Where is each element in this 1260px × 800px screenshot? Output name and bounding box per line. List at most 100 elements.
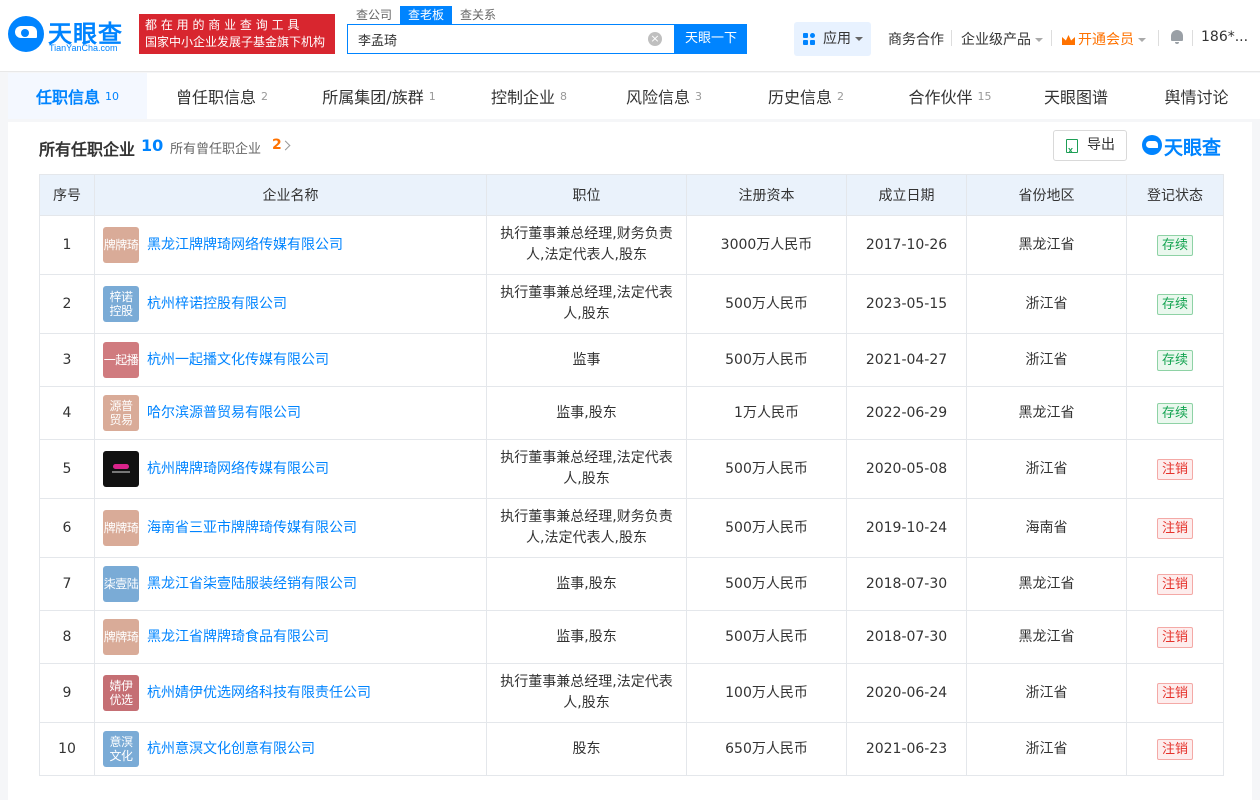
nav-enterprise-label: 企业级产品 <box>961 32 1031 48</box>
company-name-link[interactable]: 杭州一起播文化传媒有限公司 <box>147 350 329 371</box>
company-name-link[interactable]: 海南省三亚市牌牌琦传媒有限公司 <box>147 518 357 539</box>
table-row: 3 一起播 杭州一起播文化传媒有限公司 监事 500万人民币 2021-04-27 浙江省存… <box>39 333 1224 387</box>
company-name-link[interactable]: 杭州婧伊优选网络科技有限责任公司 <box>147 683 371 704</box>
clear-icon[interactable]: × <box>648 32 662 46</box>
search-tab-boss[interactable]: 查老板 <box>400 6 453 24</box>
bell-icon[interactable] <box>1170 30 1184 44</box>
table-row: 2 梓诺 控股 杭州梓诺控股有限公司 执行董事兼总经理,法定代表人,股东 500万人民币… <box>39 274 1224 334</box>
company-logo[interactable]: 牌牌琦 <box>103 510 139 546</box>
region-cell: 海南省 <box>966 498 1127 558</box>
nav-vip[interactable]: 开通会员 <box>1062 29 1146 49</box>
table-row: 1 牌牌琦 黑龙江牌牌琦网络传媒有限公司 执行董事兼总经理,财务负责人,法定代表人,股… <box>39 215 1224 275</box>
tab-label: 天眼图谱 <box>1043 88 1108 107</box>
status-cell: 注销 <box>1126 439 1224 499</box>
company-name-link[interactable]: 杭州意溟文化创意有限公司 <box>147 739 315 760</box>
tab-label: 曾任职信息 <box>175 88 256 107</box>
site-logo[interactable]: 天眼查 TianYanCha.com <box>8 14 134 56</box>
row-index: 10 <box>39 722 95 776</box>
company-logo[interactable]: 牌牌琦 <box>103 619 139 655</box>
company-cell: 牌牌琦 海南省三亚市牌牌琦传媒有限公司 <box>94 498 487 558</box>
tab-controlled-companies[interactable]: 控制企业 8 <box>461 73 597 119</box>
date-cell: 2021-06-23 <box>846 722 967 776</box>
export-button[interactable]: 导出 <box>1053 130 1127 165</box>
company-logo[interactable]: 梓诺 控股 <box>103 286 139 322</box>
region-cell: 黑龙江省 <box>966 215 1127 275</box>
tab-former-positions[interactable]: 曾任职信息 2 <box>147 73 297 119</box>
company-cell: 牌牌琦 黑龙江省牌牌琦食品有限公司 <box>94 610 487 664</box>
nav-divider <box>951 30 952 46</box>
col-header-date: 成立日期 <box>846 174 967 216</box>
company-logo[interactable]: 一起播 <box>103 342 139 378</box>
status-cell: 存续 <box>1126 333 1224 387</box>
tab-discussion[interactable]: 舆情讨论 <box>1133 73 1260 119</box>
tab-count: 15 <box>977 89 992 103</box>
table-row: 5 杭州牌牌琦网络传媒有限公司 执行董事兼总经理,法定代表人,股东 500万人民币 20… <box>39 439 1224 499</box>
company-name-link[interactable]: 黑龙江省牌牌琦食品有限公司 <box>147 627 329 648</box>
position-cell: 股东 <box>486 722 687 776</box>
apps-menu-button[interactable]: 应用 <box>794 22 871 56</box>
table-row: 10 意溟 文化 杭州意溟文化创意有限公司 股东 650万人民币 2021-06-23 浙江… <box>39 722 1224 776</box>
user-account[interactable]: 186*... <box>1201 29 1248 45</box>
tab-label: 所属集团/族群 <box>322 88 424 107</box>
former-positions-link[interactable]: 所有曾任职企业 <box>170 138 261 157</box>
company-logo[interactable]: 牌牌琦 <box>103 227 139 263</box>
company-logo[interactable]: 意溟 文化 <box>103 731 139 767</box>
company-name-link[interactable]: 黑龙江牌牌琦网络传媒有限公司 <box>147 235 343 256</box>
status-badge: 注销 <box>1156 573 1193 595</box>
position-cell: 执行董事兼总经理,财务负责人,法定代表人,股东 <box>486 215 687 275</box>
table-row: 4 源普 贸易 哈尔滨源普贸易有限公司 监事,股东 1万人民币 2022-06-29 黑龙江… <box>39 386 1224 440</box>
status-cell: 存续 <box>1126 274 1224 334</box>
chevron-down-icon <box>855 37 863 41</box>
status-cell: 注销 <box>1126 722 1224 776</box>
company-logo[interactable] <box>103 451 139 487</box>
chevron-right-icon[interactable] <box>280 140 291 151</box>
nav-business[interactable]: 商务合作 <box>888 29 944 49</box>
status-badge: 存续 <box>1156 402 1193 424</box>
col-header-capital: 注册资本 <box>686 174 847 216</box>
tab-groups[interactable]: 所属集团/族群 1 <box>297 73 461 119</box>
search-tab-company[interactable]: 查公司 <box>348 6 400 24</box>
nav-divider <box>1158 30 1159 46</box>
status-badge: 注销 <box>1156 458 1193 480</box>
tab-current-positions[interactable]: 任职信息 10 <box>8 73 147 119</box>
tab-label: 风险信息 <box>625 88 690 107</box>
capital-cell: 500万人民币 <box>686 498 847 558</box>
tab-history[interactable]: 历史信息 2 <box>731 73 881 119</box>
company-name-link[interactable]: 哈尔滨源普贸易有限公司 <box>147 403 301 424</box>
company-name-link[interactable]: 黑龙江省柒壹陆服装经销有限公司 <box>147 574 357 595</box>
search-input[interactable] <box>348 25 638 53</box>
tab-graph[interactable]: 天眼图谱 <box>1019 73 1133 119</box>
section-title: 所有任职企业 <box>39 140 136 159</box>
table-header-row: 序号 企业名称 职位 注册资本 成立日期 省份地区 登记状态 <box>39 174 1224 216</box>
status-badge: 注销 <box>1156 738 1193 760</box>
search-box: × <box>347 24 675 54</box>
search-tab-relation[interactable]: 查关系 <box>452 6 504 24</box>
company-cell: 梓诺 控股 杭州梓诺控股有限公司 <box>94 274 487 334</box>
col-header-region: 省份地区 <box>966 174 1127 216</box>
tab-partners[interactable]: 合作伙伴 15 <box>881 73 1019 119</box>
tab-count: 2 <box>261 89 268 103</box>
nav-enterprise-products[interactable]: 企业级产品 <box>961 29 1043 49</box>
position-cell: 执行董事兼总经理,法定代表人,股东 <box>486 439 687 499</box>
status-cell: 注销 <box>1126 663 1224 723</box>
positions-table: 序号 企业名称 职位 注册资本 成立日期 省份地区 登记状态 1 牌牌琦 黑龙江牌牌… <box>39 174 1224 776</box>
position-cell: 监事,股东 <box>486 610 687 664</box>
company-logo[interactable]: 柒壹陆 <box>103 566 139 602</box>
tab-risk-info[interactable]: 风险信息 3 <box>597 73 731 119</box>
company-name-link[interactable]: 杭州梓诺控股有限公司 <box>147 294 287 315</box>
position-cell: 监事,股东 <box>486 386 687 440</box>
row-index: 1 <box>39 215 95 275</box>
nav-divider <box>1192 30 1193 46</box>
table-row: 8 牌牌琦 黑龙江省牌牌琦食品有限公司 监事,股东 500万人民币 2018-07-30 黑… <box>39 610 1224 664</box>
company-name-link[interactable]: 杭州牌牌琦网络传媒有限公司 <box>147 459 329 480</box>
logo-domain: TianYanCha.com <box>49 43 118 53</box>
date-cell: 2022-06-29 <box>846 386 967 440</box>
position-cell: 执行董事兼总经理,法定代表人,股东 <box>486 663 687 723</box>
company-logo[interactable]: 婧伊 优选 <box>103 675 139 711</box>
search-button[interactable]: 天眼一下 <box>675 24 747 54</box>
nav-divider <box>1051 30 1052 46</box>
status-badge: 注销 <box>1156 626 1193 648</box>
company-cell: 柒壹陆 黑龙江省柒壹陆服装经销有限公司 <box>94 557 487 611</box>
company-cell: 婧伊 优选 杭州婧伊优选网络科技有限责任公司 <box>94 663 487 723</box>
company-logo[interactable]: 源普 贸易 <box>103 395 139 431</box>
